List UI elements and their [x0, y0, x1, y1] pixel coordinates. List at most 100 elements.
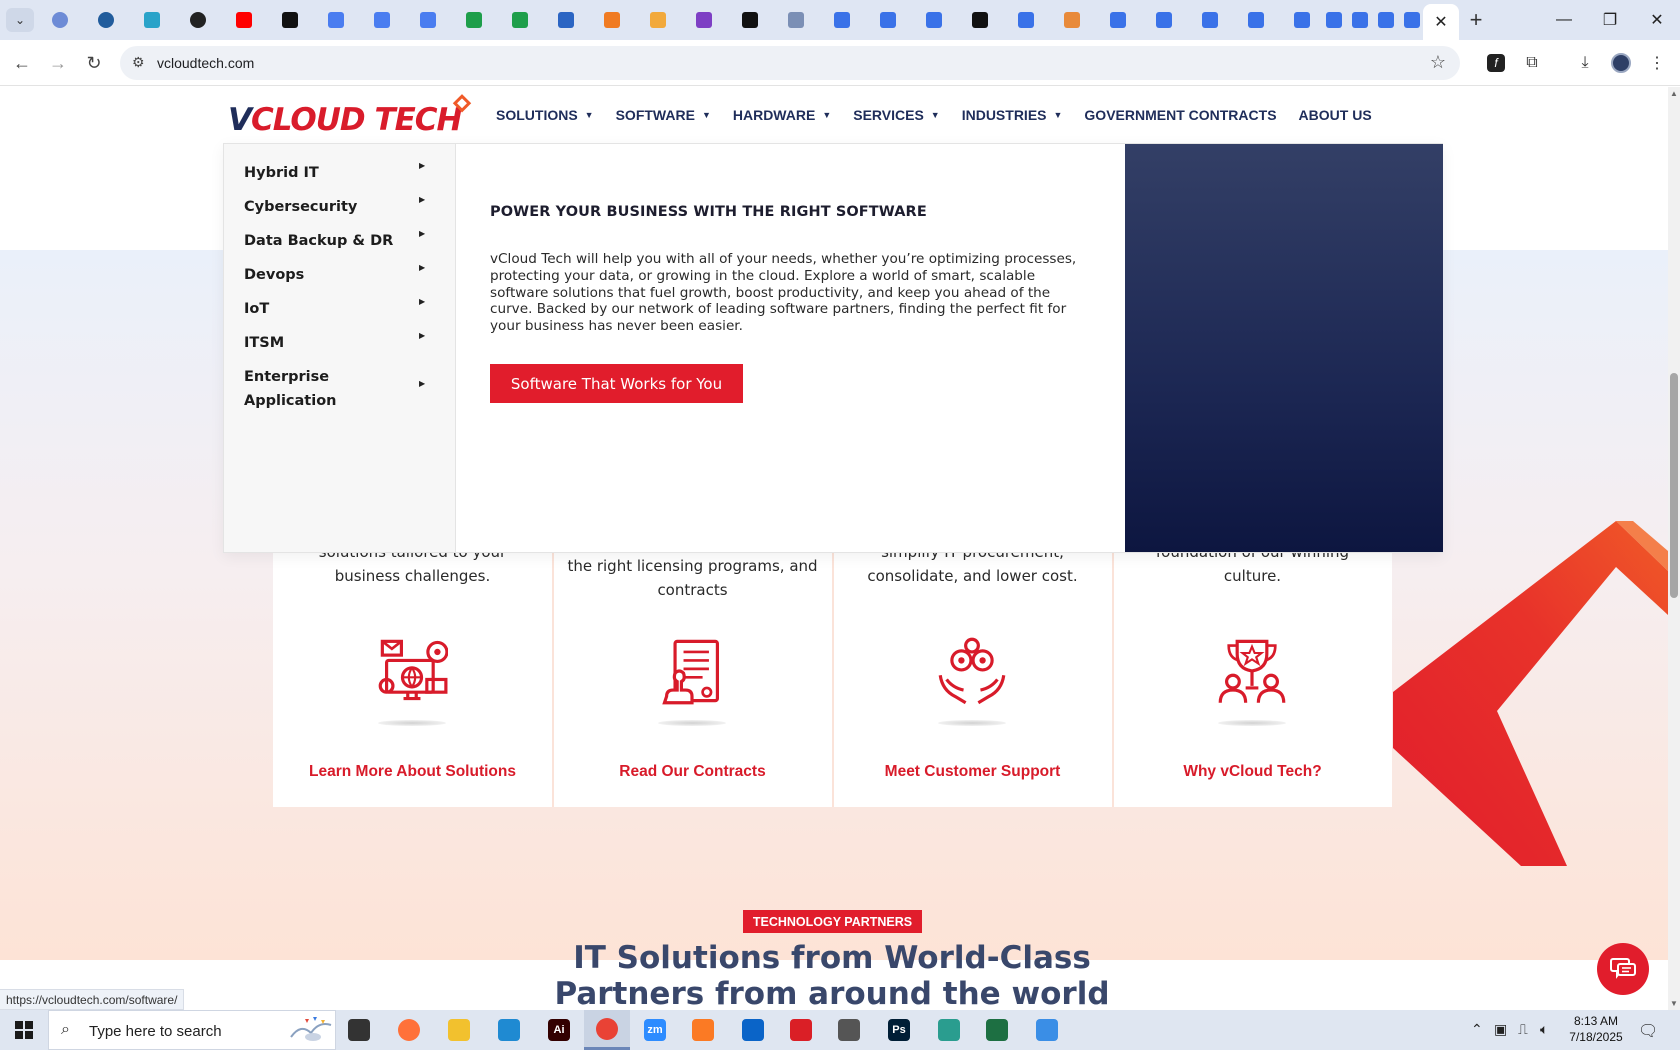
back-button[interactable]: ←: [8, 49, 36, 77]
nav-item-about-us[interactable]: ABOUT US: [1299, 107, 1372, 123]
submenu-item-devops[interactable]: Devops ▶: [244, 263, 434, 287]
page-scrollbar[interactable]: ▲ ▼: [1668, 87, 1680, 1010]
browser-tab[interactable]: [95, 9, 117, 31]
submenu-item-enterprise-application[interactable]: Enterprise Application ▶: [244, 365, 434, 413]
volume-icon[interactable]: 🔈︎: [1540, 1021, 1548, 1038]
taskbar-app-xampp[interactable]: [680, 1010, 726, 1050]
url-text[interactable]: vcloudtech.com: [157, 55, 254, 71]
browser-tab[interactable]: [923, 9, 945, 31]
nav-item-software[interactable]: SOFTWARE ▼: [616, 107, 711, 123]
browser-tab[interactable]: [785, 9, 807, 31]
nav-item-solutions[interactable]: SOLUTIONS ▼: [496, 107, 594, 123]
taskbar-app-firefox[interactable]: [386, 1010, 432, 1050]
bookmark-star-icon[interactable]: ☆: [1430, 52, 1446, 73]
browser-tab[interactable]: [1107, 9, 1129, 31]
nav-item-services[interactable]: SERVICES ▼: [853, 107, 939, 123]
reload-button[interactable]: ↻: [80, 49, 108, 77]
taskbar-clock[interactable]: 8:13 AM 7/18/2025: [1562, 1013, 1630, 1045]
browser-tab[interactable]: [1323, 9, 1345, 31]
taskbar-app-photoshop[interactable]: Ps: [876, 1010, 922, 1050]
scroll-up-icon[interactable]: ▲: [1670, 89, 1678, 98]
browser-tab[interactable]: [1401, 9, 1423, 31]
browser-tab[interactable]: [233, 9, 255, 31]
taskbar-app-app-gem[interactable]: [926, 1010, 972, 1050]
software-cta-button[interactable]: Software That Works for You: [490, 364, 743, 403]
close-tab-icon[interactable]: ✕: [1434, 12, 1447, 32]
taskbar-app-file-explorer[interactable]: [436, 1010, 482, 1050]
close-window-button[interactable]: ✕: [1634, 0, 1680, 40]
taskbar-app-task-view[interactable]: [336, 1010, 382, 1050]
browser-menu-icon[interactable]: ⋮: [1645, 51, 1669, 75]
browser-tab[interactable]: [1199, 9, 1221, 31]
browser-tab[interactable]: [371, 9, 393, 31]
network-icon[interactable]: ⎍: [1518, 1021, 1528, 1038]
browser-tab[interactable]: [647, 9, 669, 31]
minimize-button[interactable]: —: [1541, 0, 1587, 40]
braces-icon: [696, 12, 712, 28]
notifications-icon[interactable]: 🗨︎: [1638, 1021, 1658, 1041]
taskbar-search-box[interactable]: ⌕ Type here to search: [48, 1010, 336, 1050]
feature-card-link[interactable]: Read Our Contracts: [553, 763, 832, 781]
site-info-icon[interactable]: ⚙: [132, 54, 145, 71]
start-button[interactable]: [0, 1010, 48, 1050]
taskbar-app-excel[interactable]: [974, 1010, 1020, 1050]
scroll-down-icon[interactable]: ▼: [1670, 999, 1678, 1008]
browser-tab[interactable]: [279, 9, 301, 31]
browser-tab[interactable]: [1245, 9, 1267, 31]
browser-tab[interactable]: [1349, 9, 1371, 31]
submenu-item-hybrid-it[interactable]: Hybrid IT ▶: [244, 161, 434, 185]
browser-tab[interactable]: [509, 9, 531, 31]
browser-tab[interactable]: [463, 9, 485, 31]
extensions-puzzle-icon[interactable]: ⧉: [1520, 51, 1544, 75]
browser-tab[interactable]: [555, 9, 577, 31]
submenu-item-data-backup-dr[interactable]: Data Backup & DR ▶: [244, 229, 434, 253]
browser-tab[interactable]: [1015, 9, 1037, 31]
scrollbar-thumb[interactable]: [1670, 373, 1678, 598]
taskbar-app-creative-cloud[interactable]: [778, 1010, 824, 1050]
taskbar-app-pen-tool[interactable]: [826, 1010, 872, 1050]
taskbar-app-illustrator[interactable]: Ai: [536, 1010, 582, 1050]
browser-tab[interactable]: [417, 9, 439, 31]
active-tab[interactable]: ✕: [1423, 4, 1459, 40]
browser-tab[interactable]: [1061, 9, 1083, 31]
vcloud-tech-logo[interactable]: VCLOUD TECH: [228, 94, 472, 136]
browser-tab[interactable]: [141, 9, 163, 31]
taskbar-app-zoom[interactable]: zm: [632, 1010, 678, 1050]
browser-tab[interactable]: [877, 9, 899, 31]
browser-tab[interactable]: [187, 9, 209, 31]
browser-tab[interactable]: [739, 9, 761, 31]
submenu-item-itsm[interactable]: ITSM ▶: [244, 331, 434, 355]
taskbar-app-vscode[interactable]: [486, 1010, 532, 1050]
meet-now-icon[interactable]: ▣: [1494, 1021, 1507, 1038]
show-hidden-icons-chevron-icon[interactable]: ⌃: [1471, 1021, 1483, 1038]
submenu-item-iot[interactable]: IoT ▶: [244, 297, 434, 321]
extension-f-icon[interactable]: f: [1484, 51, 1508, 75]
feature-card-link[interactable]: Why vCloud Tech?: [1113, 763, 1392, 781]
submenu-item-cybersecurity[interactable]: Cybersecurity ▶: [244, 195, 434, 219]
browser-tab[interactable]: [601, 9, 623, 31]
new-tab-button[interactable]: +: [1463, 7, 1489, 33]
nav-item-government-contracts[interactable]: GOVERNMENT CONTRACTS: [1084, 107, 1276, 123]
profile-avatar[interactable]: [1609, 51, 1633, 75]
browser-tab[interactable]: [49, 9, 71, 31]
forward-button[interactable]: →: [44, 49, 72, 77]
taskbar-app-outlook[interactable]: [730, 1010, 776, 1050]
chat-button[interactable]: [1597, 943, 1649, 995]
taskbar-app-chrome[interactable]: [584, 1010, 630, 1050]
nav-item-industries[interactable]: INDUSTRIES ▼: [962, 107, 1063, 123]
browser-tab[interactable]: [693, 9, 715, 31]
browser-tab[interactable]: [1291, 9, 1313, 31]
browser-tab[interactable]: [831, 9, 853, 31]
restore-button[interactable]: ❐: [1587, 0, 1633, 40]
browser-tab[interactable]: [969, 9, 991, 31]
download-icon[interactable]: ⤓: [1573, 51, 1597, 75]
tab-search-menu-button[interactable]: ⌄: [6, 8, 34, 32]
taskbar-app-paint[interactable]: [1024, 1010, 1070, 1050]
nav-item-hardware[interactable]: HARDWARE ▼: [733, 107, 831, 123]
browser-tab[interactable]: [1375, 9, 1397, 31]
feature-card-link[interactable]: Learn More About Solutions: [273, 763, 552, 781]
address-bar[interactable]: ⚙ vcloudtech.com ☆: [120, 46, 1460, 80]
feature-card-link[interactable]: Meet Customer Support: [833, 763, 1112, 781]
browser-tab[interactable]: [325, 9, 347, 31]
browser-tab[interactable]: [1153, 9, 1175, 31]
